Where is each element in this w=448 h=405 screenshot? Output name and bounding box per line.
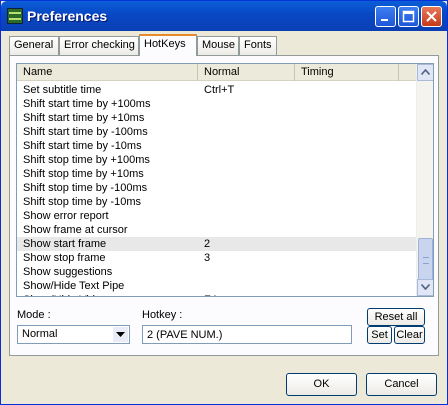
vertical-scrollbar[interactable] <box>416 64 433 296</box>
maximize-icon <box>402 10 415 23</box>
mode-label: Mode : <box>17 309 51 321</box>
reset-all-button[interactable]: Reset all <box>367 308 425 326</box>
hotkey-name-cell: Show frame at cursor <box>23 224 128 236</box>
minimize-button[interactable] <box>375 6 396 27</box>
close-button[interactable] <box>421 6 442 27</box>
list-item[interactable]: Shift stop time by -10ms <box>17 195 417 209</box>
hotkey-normal-cell: 3 <box>204 252 211 264</box>
title-bar[interactable]: Preferences <box>1 1 447 31</box>
list-item[interactable]: Shift start time by +10ms <box>17 111 417 125</box>
hotkey-normal-cell: 2 <box>204 238 211 250</box>
close-icon <box>426 11 437 22</box>
preferences-dialog: Preferences General Error checking HotKe… <box>0 0 448 405</box>
scroll-thumb[interactable] <box>418 238 433 284</box>
list-item[interactable]: Shift start time by -100ms <box>17 125 417 139</box>
ok-button[interactable]: OK <box>286 373 357 396</box>
hotkey-name-cell: Shift stop time by +100ms <box>23 154 150 166</box>
list-item[interactable]: Shift start time by -10ms <box>17 139 417 153</box>
hotkey-name-cell: Shift start time by +100ms <box>23 98 151 110</box>
hotkey-name-cell: Shift start time by +10ms <box>23 112 145 124</box>
tab-error-checking[interactable]: Error checking <box>59 36 139 55</box>
list-item[interactable]: Show/Hide Text Pipe <box>17 279 417 293</box>
maximize-button[interactable] <box>398 6 419 27</box>
hotkey-name-cell: Show error report <box>23 210 109 222</box>
list-item[interactable]: Show start frame 2 <box>17 237 417 251</box>
column-name[interactable]: Name <box>17 64 198 81</box>
hotkey-label: Hotkey : <box>142 309 183 321</box>
tab-hotkeys[interactable]: HotKeys <box>139 34 197 56</box>
mode-select-value: Normal <box>22 328 58 340</box>
hotkey-name-cell: Shift stop time by -10ms <box>23 196 141 208</box>
column-timing[interactable]: Timing <box>295 64 399 81</box>
tab-mouse[interactable]: Mouse <box>197 36 239 55</box>
hotkey-name-cell: Show suggestions <box>23 266 113 278</box>
hotkey-name-cell: Shift stop time by -100ms <box>23 182 148 194</box>
clear-button[interactable]: Clear <box>394 326 425 344</box>
list-item[interactable]: Show error report <box>17 209 417 223</box>
hotkey-name-cell: Show start frame <box>23 238 107 250</box>
list-item[interactable]: Set subtitle time Ctrl+T <box>17 83 417 97</box>
column-normal[interactable]: Normal <box>198 64 295 81</box>
hotkeys-list[interactable]: Name Normal Timing Set subtitle time Ctrl… <box>16 63 434 297</box>
hotkey-name-cell: Show/Hide Text Pipe <box>23 280 125 292</box>
chevron-down-icon <box>421 284 430 290</box>
hotkey-name-cell: Show stop frame <box>23 252 106 264</box>
list-item[interactable]: Shift start time by +100ms <box>17 97 417 111</box>
chevron-down-icon <box>116 332 125 337</box>
hotkey-name-cell: Shift start time by -10ms <box>23 140 142 152</box>
tab-strip: General Error checking HotKeys Mouse Fon… <box>9 34 439 56</box>
list-header: Name Normal Timing <box>17 64 417 81</box>
list-item[interactable]: Shift stop time by +10ms <box>17 167 417 181</box>
hotkey-name-cell: Show/Hide Video <box>23 293 107 296</box>
cancel-button[interactable]: Cancel <box>366 373 437 396</box>
chevron-up-icon <box>421 69 430 75</box>
list-item[interactable]: Shift stop time by +100ms <box>17 153 417 167</box>
hotkey-input[interactable] <box>142 325 352 344</box>
list-item[interactable]: Shift stop time by -100ms <box>17 181 417 195</box>
list-item[interactable]: Show frame at cursor <box>17 223 417 237</box>
tab-fonts[interactable]: Fonts <box>239 36 277 55</box>
scroll-down-button[interactable] <box>417 279 433 296</box>
app-waveform-icon <box>7 8 23 24</box>
list-item[interactable]: Show suggestions <box>17 265 417 279</box>
hotkey-normal-cell: Ctrl+T <box>204 84 235 96</box>
mode-dropdown-button[interactable] <box>113 327 128 342</box>
scroll-up-button[interactable] <box>417 64 433 81</box>
list-item[interactable]: Show/Hide Video F4 <box>17 293 417 296</box>
set-button[interactable]: Set <box>367 326 392 344</box>
mode-select[interactable]: Normal <box>17 325 130 344</box>
hotkeys-panel: Name Normal Timing Set subtitle time Ctrl… <box>9 55 439 356</box>
tab-general[interactable]: General <box>9 36 59 55</box>
list-item[interactable]: Show stop frame 3 <box>17 251 417 265</box>
list-body: Set subtitle time Ctrl+T Shift start time … <box>17 83 417 296</box>
hotkey-name-cell: Shift stop time by +10ms <box>23 168 144 180</box>
hotkey-name-cell: Shift start time by -100ms <box>23 126 148 138</box>
minimize-icon <box>381 19 388 21</box>
hotkey-name-cell: Set subtitle time <box>23 84 102 96</box>
window-title: Preferences <box>27 8 108 24</box>
hotkey-normal-cell: F4 <box>204 293 217 296</box>
